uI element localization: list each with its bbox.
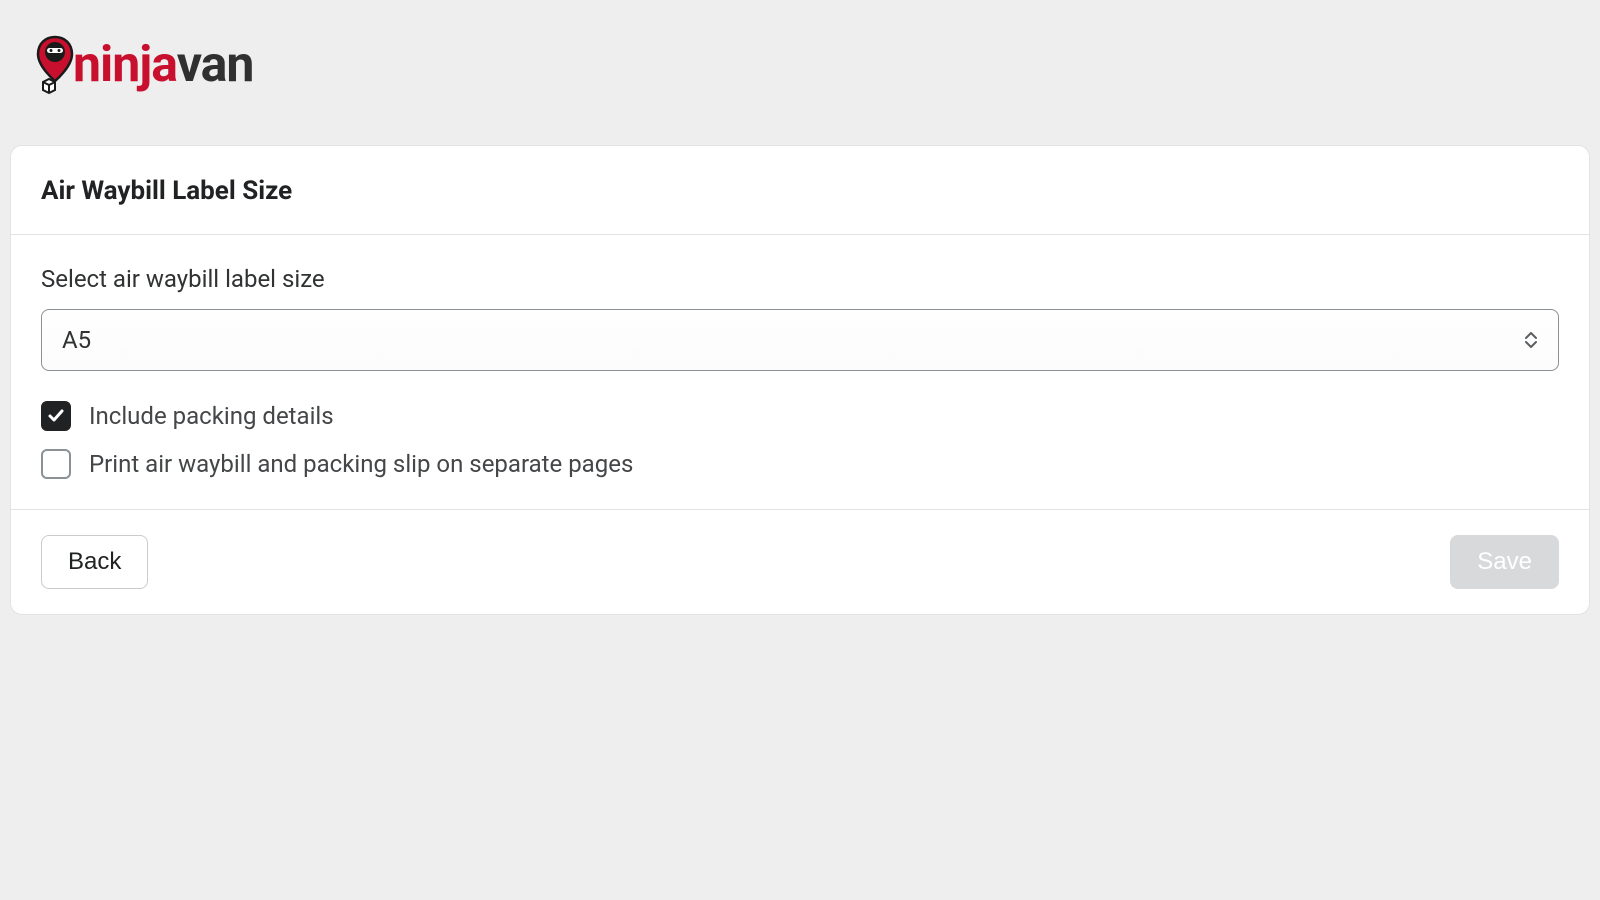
checkbox-label: Include packing details <box>89 402 334 430</box>
logo-pin-icon <box>35 35 75 95</box>
label-size-select[interactable]: A5 <box>41 309 1559 371</box>
card-header: Air Waybill Label Size <box>11 146 1589 235</box>
checkbox-include-packing[interactable] <box>41 401 71 431</box>
brand-logo: ninjavan <box>10 10 1590 115</box>
label-size-select-value: A5 <box>62 326 91 354</box>
logo-text-ninja: ninja <box>73 36 177 94</box>
logo-text: ninjavan <box>73 40 253 90</box>
label-size-select-wrap: A5 <box>41 309 1559 371</box>
checkbox-row-include-packing: Include packing details <box>41 401 1559 431</box>
settings-card: Air Waybill Label Size Select air waybil… <box>10 145 1590 615</box>
back-button[interactable]: Back <box>41 535 148 589</box>
checkbox-group: Include packing details Print air waybil… <box>41 401 1559 479</box>
select-chevrons-icon <box>1524 332 1538 348</box>
save-button[interactable]: Save <box>1450 535 1559 589</box>
card-footer: Back Save <box>11 509 1589 614</box>
checkbox-separate-pages[interactable] <box>41 449 71 479</box>
card-body: Select air waybill label size A5 Include… <box>11 235 1589 509</box>
card-title: Air Waybill Label Size <box>41 176 1559 206</box>
checkbox-row-separate-pages: Print air waybill and packing slip on se… <box>41 449 1559 479</box>
label-size-field-label: Select air waybill label size <box>41 265 1559 293</box>
logo-text-van: van <box>177 36 254 94</box>
checkbox-label: Print air waybill and packing slip on se… <box>89 450 633 478</box>
page: ninjavan Air Waybill Label Size Select a… <box>0 0 1600 615</box>
